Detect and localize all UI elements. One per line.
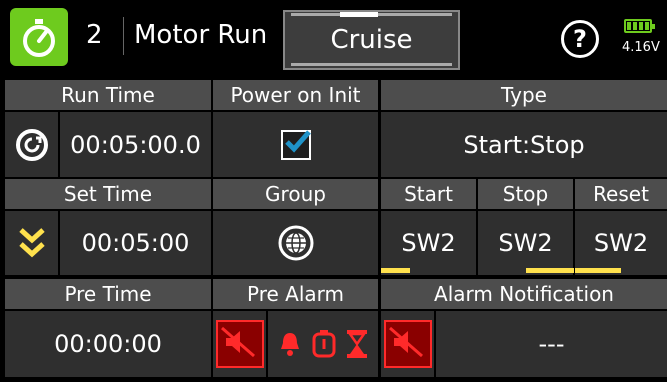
stopwatch-icon — [23, 19, 55, 57]
set-time-text: 00:05:00 — [81, 229, 190, 257]
help-button[interactable]: ? — [561, 20, 599, 58]
sound-disabled-icon — [215, 320, 264, 368]
sound-disabled-icon — [383, 320, 432, 368]
group-label: Group — [265, 182, 326, 206]
alarm-sound-toggle[interactable] — [381, 311, 434, 377]
set-time-value[interactable]: 00:05:00 — [60, 211, 211, 275]
stop-switch-value: SW2 — [498, 229, 553, 257]
type-label: Type — [501, 83, 547, 107]
mode-indicator-bottom — [291, 63, 452, 66]
count-direction-button[interactable] — [5, 211, 58, 275]
app-icon[interactable] — [10, 8, 68, 66]
pre-time-text: 00:00:00 — [54, 330, 162, 358]
help-icon: ? — [573, 25, 587, 53]
reset-switch-selector[interactable]: SW2 — [575, 211, 667, 275]
stop-switch-selector[interactable]: SW2 — [478, 211, 573, 275]
run-time-text: 00:05:00.0 — [70, 130, 201, 159]
run-time-label: Run Time — [61, 83, 155, 107]
run-time-header: Run Time — [5, 80, 211, 110]
alarm-notification-text: --- — [538, 330, 565, 358]
pre-alarm-header: Pre Alarm — [213, 279, 378, 309]
group-selector[interactable] — [213, 211, 378, 275]
mode-indicator-active — [340, 12, 378, 17]
battery-voltage: 4.16V — [622, 40, 660, 55]
type-header: Type — [381, 80, 667, 110]
checkbox-box — [280, 129, 311, 160]
pre-alarm-sound-toggle[interactable] — [213, 311, 266, 377]
bell-icon — [281, 333, 300, 356]
set-time-header: Set Time — [5, 179, 211, 209]
header-divider — [123, 17, 124, 55]
double-chevron-down-icon — [18, 228, 45, 258]
start-header: Start — [381, 179, 476, 209]
mode-button[interactable]: Cruise — [283, 10, 460, 70]
type-selector[interactable]: Start:Stop — [381, 112, 667, 177]
set-time-label: Set Time — [63, 182, 153, 206]
start-switch-level-bar — [381, 268, 410, 273]
globe-icon — [278, 225, 313, 261]
group-header: Group — [213, 179, 378, 209]
alarm-notification-label: Alarm Notification — [434, 282, 614, 306]
pre-time-header: Pre Time — [5, 279, 211, 309]
reset-switch-value: SW2 — [593, 229, 649, 257]
reset-switch-level-bar — [575, 268, 621, 273]
start-switch-selector[interactable]: SW2 — [381, 211, 476, 275]
power-on-init-header: Power on Init — [213, 80, 378, 110]
battery-icon — [624, 19, 655, 33]
power-on-init-checkbox[interactable] — [213, 112, 378, 177]
pre-alarm-options[interactable] — [268, 311, 378, 377]
power-on-init-label: Power on Init — [230, 83, 361, 107]
page-title: Motor Run — [134, 20, 268, 50]
pre-time-label: Pre Time — [64, 282, 152, 306]
stop-switch-level-bar — [526, 268, 574, 273]
reset-header: Reset — [575, 179, 667, 209]
reset-label: Reset — [593, 182, 649, 206]
check-icon — [284, 129, 311, 153]
mode-label: Cruise — [330, 25, 413, 55]
stop-label: Stop — [502, 182, 549, 206]
alarm-notification-value[interactable]: --- — [436, 311, 667, 377]
reset-icon — [15, 128, 48, 161]
pre-alarm-label: Pre Alarm — [246, 282, 344, 306]
run-time-value: 00:05:00.0 — [60, 112, 211, 177]
start-switch-value: SW2 — [401, 229, 456, 257]
timer-icon — [312, 330, 336, 358]
hourglass-icon — [346, 330, 367, 358]
model-index: 2 — [86, 20, 103, 50]
start-label: Start — [404, 182, 453, 206]
reset-timer-button[interactable] — [5, 112, 58, 177]
stop-header: Stop — [478, 179, 573, 209]
alarm-notification-header: Alarm Notification — [381, 279, 667, 309]
pre-time-value[interactable]: 00:00:00 — [5, 311, 211, 377]
type-value: Start:Stop — [463, 130, 585, 159]
